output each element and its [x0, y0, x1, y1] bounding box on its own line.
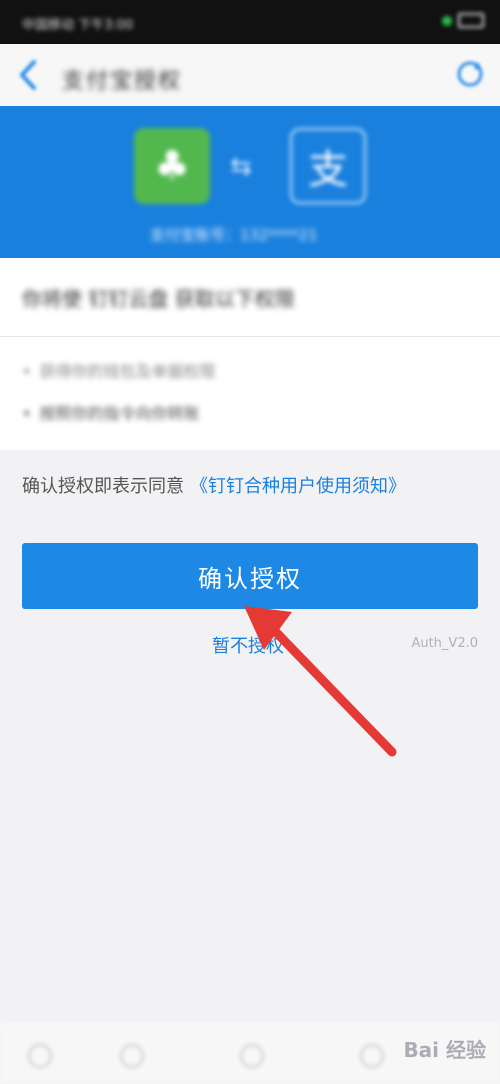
alipay-logo: 支 [290, 128, 366, 204]
tree-icon: ♣ [154, 143, 190, 189]
nav-button-icon[interactable] [360, 1044, 384, 1068]
screen: 中国移动 下午3:00 支付宝授权 ♣ ⇆ 支 支付宝账号：132****21 … [0, 0, 500, 1084]
agreement-text: 确认授权即表示同意 《钉钉合种用户使用须知》 [22, 472, 406, 498]
nav-button-icon[interactable] [240, 1044, 264, 1068]
refresh-icon[interactable] [454, 58, 486, 90]
permission-item: • 按照你的指令向你转账 [22, 400, 199, 424]
status-left-text: 中国移动 下午3:00 [22, 18, 134, 33]
signal-icon [442, 15, 452, 26]
status-right [442, 13, 484, 28]
swap-icon: ⇆ [230, 152, 252, 182]
skip-link[interactable]: 暂不授权 [212, 632, 284, 658]
permission-text: 获得你的钱包及单据权限 [39, 362, 216, 381]
version-label: Auth_V2.0 [411, 636, 478, 651]
baidu-watermark: Bai 经验 [403, 1038, 486, 1062]
bullet-icon: • [22, 362, 32, 381]
page-title: 支付宝授权 [62, 69, 183, 94]
battery-icon [458, 13, 484, 28]
nav-button-icon[interactable] [120, 1044, 144, 1068]
app-logo: ♣ [134, 128, 210, 204]
account-caption: 支付宝账号：132****21 [150, 226, 318, 244]
permission-text: 按照你的指令向你转账 [39, 404, 200, 423]
back-arrow-icon[interactable] [14, 58, 44, 92]
permission-card: 你将使 钉钉云盘 获取以下权限 • 获得你的钱包及单据权限 • 按照你的指令向你转账 [0, 258, 500, 450]
divider [0, 336, 500, 337]
bullet-icon: • [22, 404, 32, 423]
permission-headline: 你将使 钉钉云盘 获取以下权限 [22, 287, 295, 311]
alipay-icon: 支 [308, 147, 348, 193]
confirm-button[interactable]: 确认授权 [22, 543, 478, 609]
status-bar: 中国移动 下午3:00 [0, 0, 500, 44]
nav-button-icon[interactable] [28, 1044, 52, 1068]
permission-item: • 获得你的钱包及单据权限 [22, 358, 215, 382]
auth-banner: ♣ ⇆ 支 支付宝账号：132****21 [0, 106, 500, 258]
agreement-prefix: 确认授权即表示同意 [22, 476, 184, 497]
nav-bar: 支付宝授权 [0, 44, 500, 107]
agreement-link[interactable]: 《钉钉合种用户使用须知》 [190, 476, 406, 497]
